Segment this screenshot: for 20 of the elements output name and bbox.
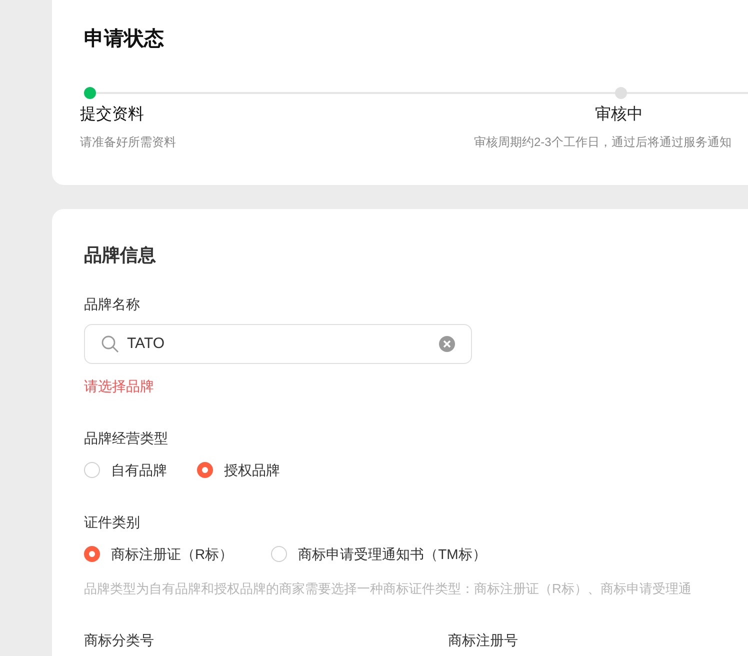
card-title: 申请状态 (84, 27, 165, 52)
brand-search-field[interactable]: TATO (84, 324, 472, 364)
field-label: 品牌名称 (84, 295, 141, 314)
field-label: 品牌经营类型 (84, 429, 169, 448)
card-title: 品牌信息 (84, 244, 157, 267)
search-icon (101, 335, 119, 353)
step-description: 审核周期约2-3个工作日，通过后将通过服务通知 (474, 134, 732, 151)
field-label: 商标分类号 (84, 631, 155, 650)
step-label: 提交资料 (80, 104, 144, 125)
radio-option[interactable]: 商标注册证（R标） (84, 544, 234, 564)
clear-icon[interactable] (439, 336, 455, 352)
radio-option[interactable]: 自有品牌 (84, 460, 167, 480)
radio-option[interactable]: 商标申请受理通知书（TM标） (271, 544, 486, 564)
hint-text: 品牌类型为自有品牌和授权品牌的商家需要选择一种商标证件类型：商标注册证（R标）、商标申请受理通 (84, 580, 692, 598)
radio-option[interactable]: 授权品牌 (197, 460, 280, 480)
step-label: 审核中 (595, 104, 643, 125)
field-label: 证件类别 (84, 513, 141, 532)
error-message: 请选择品牌 (84, 377, 155, 396)
step-description: 请准备好所需资料 (80, 134, 176, 151)
field-label: 商标注册号 (448, 631, 519, 650)
